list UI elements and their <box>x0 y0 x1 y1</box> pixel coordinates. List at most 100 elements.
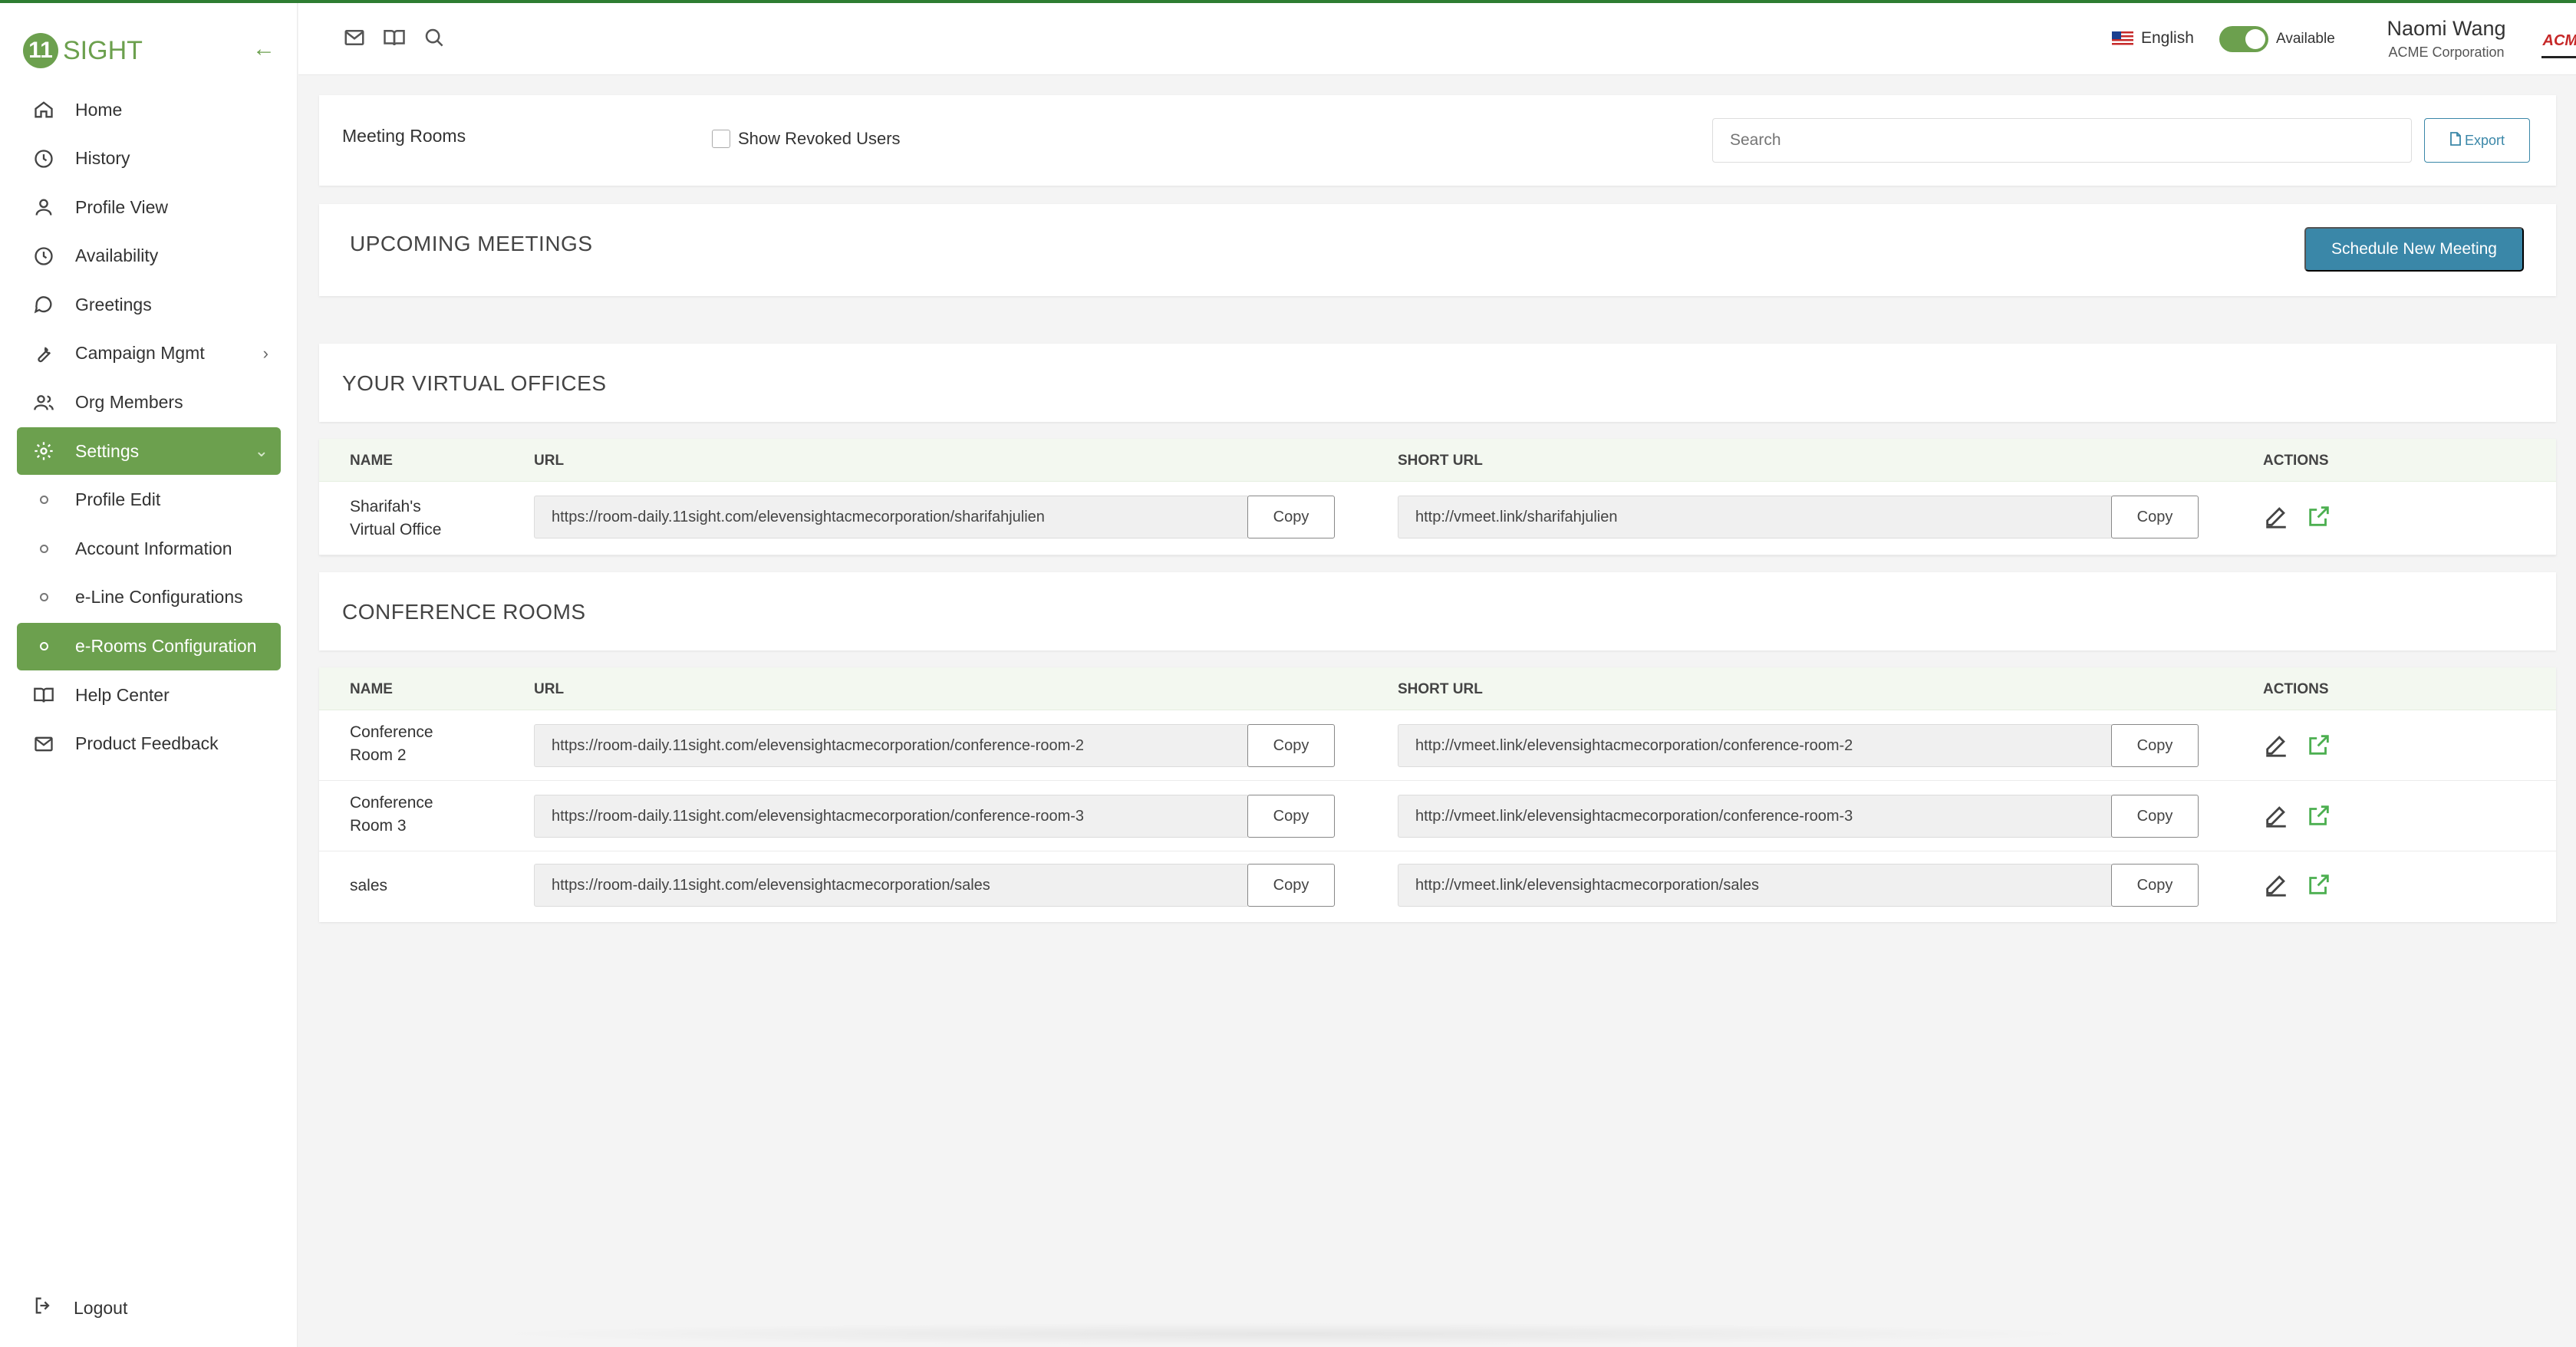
users-icon <box>32 391 55 414</box>
short-url-field[interactable]: http://vmeet.link/sharifahjulien <box>1398 496 2113 538</box>
copy-url-button[interactable]: Copy <box>1247 864 1335 907</box>
table-header: NAME URL SHORT URL ACTIONS <box>319 439 2556 482</box>
pencil-icon[interactable] <box>2263 871 2289 897</box>
column-header-short-url: SHORT URL <box>1398 453 1483 469</box>
checkbox-label: Show Revoked Users <box>738 129 901 148</box>
sidebar-subitem-account-information[interactable]: Account Information <box>17 525 281 572</box>
sidebar-item-label: e-Rooms Configuration <box>75 636 257 657</box>
sidebar-item-label: Help Center <box>75 684 170 705</box>
pencil-icon[interactable] <box>2263 732 2289 758</box>
section-title: YOUR VIRTUAL OFFICES <box>342 371 607 395</box>
sidebar-item-campaign-mgmt[interactable]: Campaign Mgmt › <box>17 330 281 377</box>
copy-short-url-button[interactable]: Copy <box>2111 864 2199 907</box>
sidebar-item-settings[interactable]: Settings ⌄ <box>17 427 281 476</box>
circle-bullet-icon <box>32 586 55 609</box>
column-header-url: URL <box>534 453 565 469</box>
page-title: Meeting Rooms <box>342 126 466 146</box>
user-organization: ACME Corporation <box>2388 44 2505 60</box>
column-header-name: NAME <box>350 681 393 697</box>
export-label: Export <box>2464 132 2505 148</box>
column-header-short-url: SHORT URL <box>1398 681 1483 697</box>
external-link-icon[interactable] <box>2306 802 2332 828</box>
table-row: Sharifah's Virtual Office https://room-d… <box>319 482 2556 555</box>
sidebar-item-label: Availability <box>75 245 159 266</box>
conference-rooms-table: NAME URL SHORT URL ACTIONS Conference Ro… <box>319 667 2556 922</box>
column-header-url: URL <box>534 681 565 697</box>
external-link-icon[interactable] <box>2306 732 2332 758</box>
search-input[interactable] <box>1712 118 2412 163</box>
schedule-new-meeting-button[interactable]: Schedule New Meeting <box>2304 227 2524 272</box>
user-icon <box>32 196 55 219</box>
logout-button[interactable]: Logout <box>32 1295 127 1321</box>
room-url-field[interactable]: https://room-daily.11sight.com/elevensig… <box>534 795 1249 838</box>
section-title: UPCOMING MEETINGS <box>350 232 593 255</box>
copy-url-button[interactable]: Copy <box>1247 724 1335 767</box>
collapse-sidebar-arrow-icon[interactable]: ← <box>250 35 278 63</box>
copy-short-url-button[interactable]: Copy <box>2111 724 2199 767</box>
room-url-field[interactable]: https://room-daily.11sight.com/elevensig… <box>534 864 1249 907</box>
section-title: CONFERENCE ROOMS <box>342 600 586 624</box>
pencil-icon[interactable] <box>2263 802 2289 828</box>
mail-icon[interactable] <box>343 26 366 53</box>
upcoming-meetings-card: UPCOMING MEETINGS Schedule New Meeting <box>319 204 2556 296</box>
room-name-line: Conference <box>350 723 433 741</box>
checkbox-box[interactable] <box>712 130 730 148</box>
sidebar-item-label: Settings <box>75 440 140 461</box>
sidebar-item-help-center[interactable]: Help Center <box>17 671 281 719</box>
table-row: Conference Room 3 https://room-daily.11s… <box>319 781 2556 851</box>
book-icon[interactable] <box>383 26 406 53</box>
language-selector[interactable]: English <box>2112 29 2194 48</box>
sidebar-subitem-erooms-configuration[interactable]: e-Rooms Configuration <box>17 622 281 670</box>
copy-url-button[interactable]: Copy <box>1247 795 1335 838</box>
availability-status: Available <box>2276 31 2335 47</box>
org-logo[interactable]: ACME <box>2541 25 2576 58</box>
sidebar-item-label: Greetings <box>75 294 152 315</box>
copy-short-url-button[interactable]: Copy <box>2111 496 2199 538</box>
export-button[interactable]: Export <box>2424 118 2530 163</box>
app-logo[interactable]: 11 SIGHT <box>23 31 143 71</box>
sidebar-item-greetings[interactable]: Greetings <box>17 281 281 328</box>
sidebar-item-availability[interactable]: Availability <box>17 232 281 280</box>
column-header-actions: ACTIONS <box>2263 681 2329 697</box>
sidebar-item-label: History <box>75 148 130 169</box>
search-icon[interactable] <box>423 26 446 53</box>
clock-icon <box>32 245 55 268</box>
room-name: Conference Room 3 <box>350 792 433 838</box>
virtual-offices-header: YOUR VIRTUAL OFFICES <box>319 344 2556 422</box>
meeting-rooms-toolbar: Meeting Rooms Show Revoked Users Export <box>319 95 2556 186</box>
availability-toggle[interactable] <box>2219 26 2268 52</box>
short-url-field[interactable]: http://vmeet.link/elevensightacmecorpora… <box>1398 795 2113 838</box>
chevron-down-icon: ⌄ <box>254 441 268 461</box>
copy-url-button[interactable]: Copy <box>1247 496 1335 538</box>
sidebar-item-history[interactable]: History <box>17 135 281 183</box>
sidebar-item-product-feedback[interactable]: Product Feedback <box>17 720 281 768</box>
room-name-line: Virtual Office <box>350 521 442 538</box>
room-url-field[interactable]: https://room-daily.11sight.com/elevensig… <box>534 724 1249 767</box>
pencil-icon[interactable] <box>2263 503 2289 529</box>
show-revoked-users-checkbox[interactable]: Show Revoked Users <box>712 129 901 149</box>
room-name-line: sales <box>350 877 388 894</box>
room-name: Conference Room 2 <box>350 721 433 767</box>
sidebar: 11 SIGHT ← Home History Profile View Ava… <box>0 3 298 1347</box>
sidebar-nav: Home History Profile View Availability G… <box>17 86 281 769</box>
sidebar-item-profile-view[interactable]: Profile View <box>17 183 281 231</box>
sidebar-subitem-profile-edit[interactable]: Profile Edit <box>17 476 281 524</box>
room-name-line: Room 2 <box>350 746 407 764</box>
sidebar-item-label: Profile Edit <box>75 489 161 510</box>
room-name-line: Room 3 <box>350 817 407 835</box>
room-url-field[interactable]: https://room-daily.11sight.com/elevensig… <box>534 496 1249 538</box>
external-link-icon[interactable] <box>2306 871 2332 897</box>
sidebar-subitem-eline-configurations[interactable]: e-Line Configurations <box>17 574 281 621</box>
virtual-offices-table: NAME URL SHORT URL ACTIONS Sharifah's Vi… <box>319 439 2556 555</box>
room-name-line: Sharifah's <box>350 498 421 515</box>
external-link-icon[interactable] <box>2306 503 2332 529</box>
copy-short-url-button[interactable]: Copy <box>2111 795 2199 838</box>
sidebar-item-home[interactable]: Home <box>17 86 281 133</box>
user-name[interactable]: Naomi Wang <box>2362 17 2531 41</box>
circle-bullet-icon <box>32 635 55 658</box>
circle-bullet-icon <box>32 537 55 560</box>
short-url-field[interactable]: http://vmeet.link/elevensightacmecorpora… <box>1398 864 2113 907</box>
short-url-field[interactable]: http://vmeet.link/elevensightacmecorpora… <box>1398 724 2113 767</box>
sidebar-item-org-members[interactable]: Org Members <box>17 379 281 426</box>
gear-icon <box>32 440 55 463</box>
